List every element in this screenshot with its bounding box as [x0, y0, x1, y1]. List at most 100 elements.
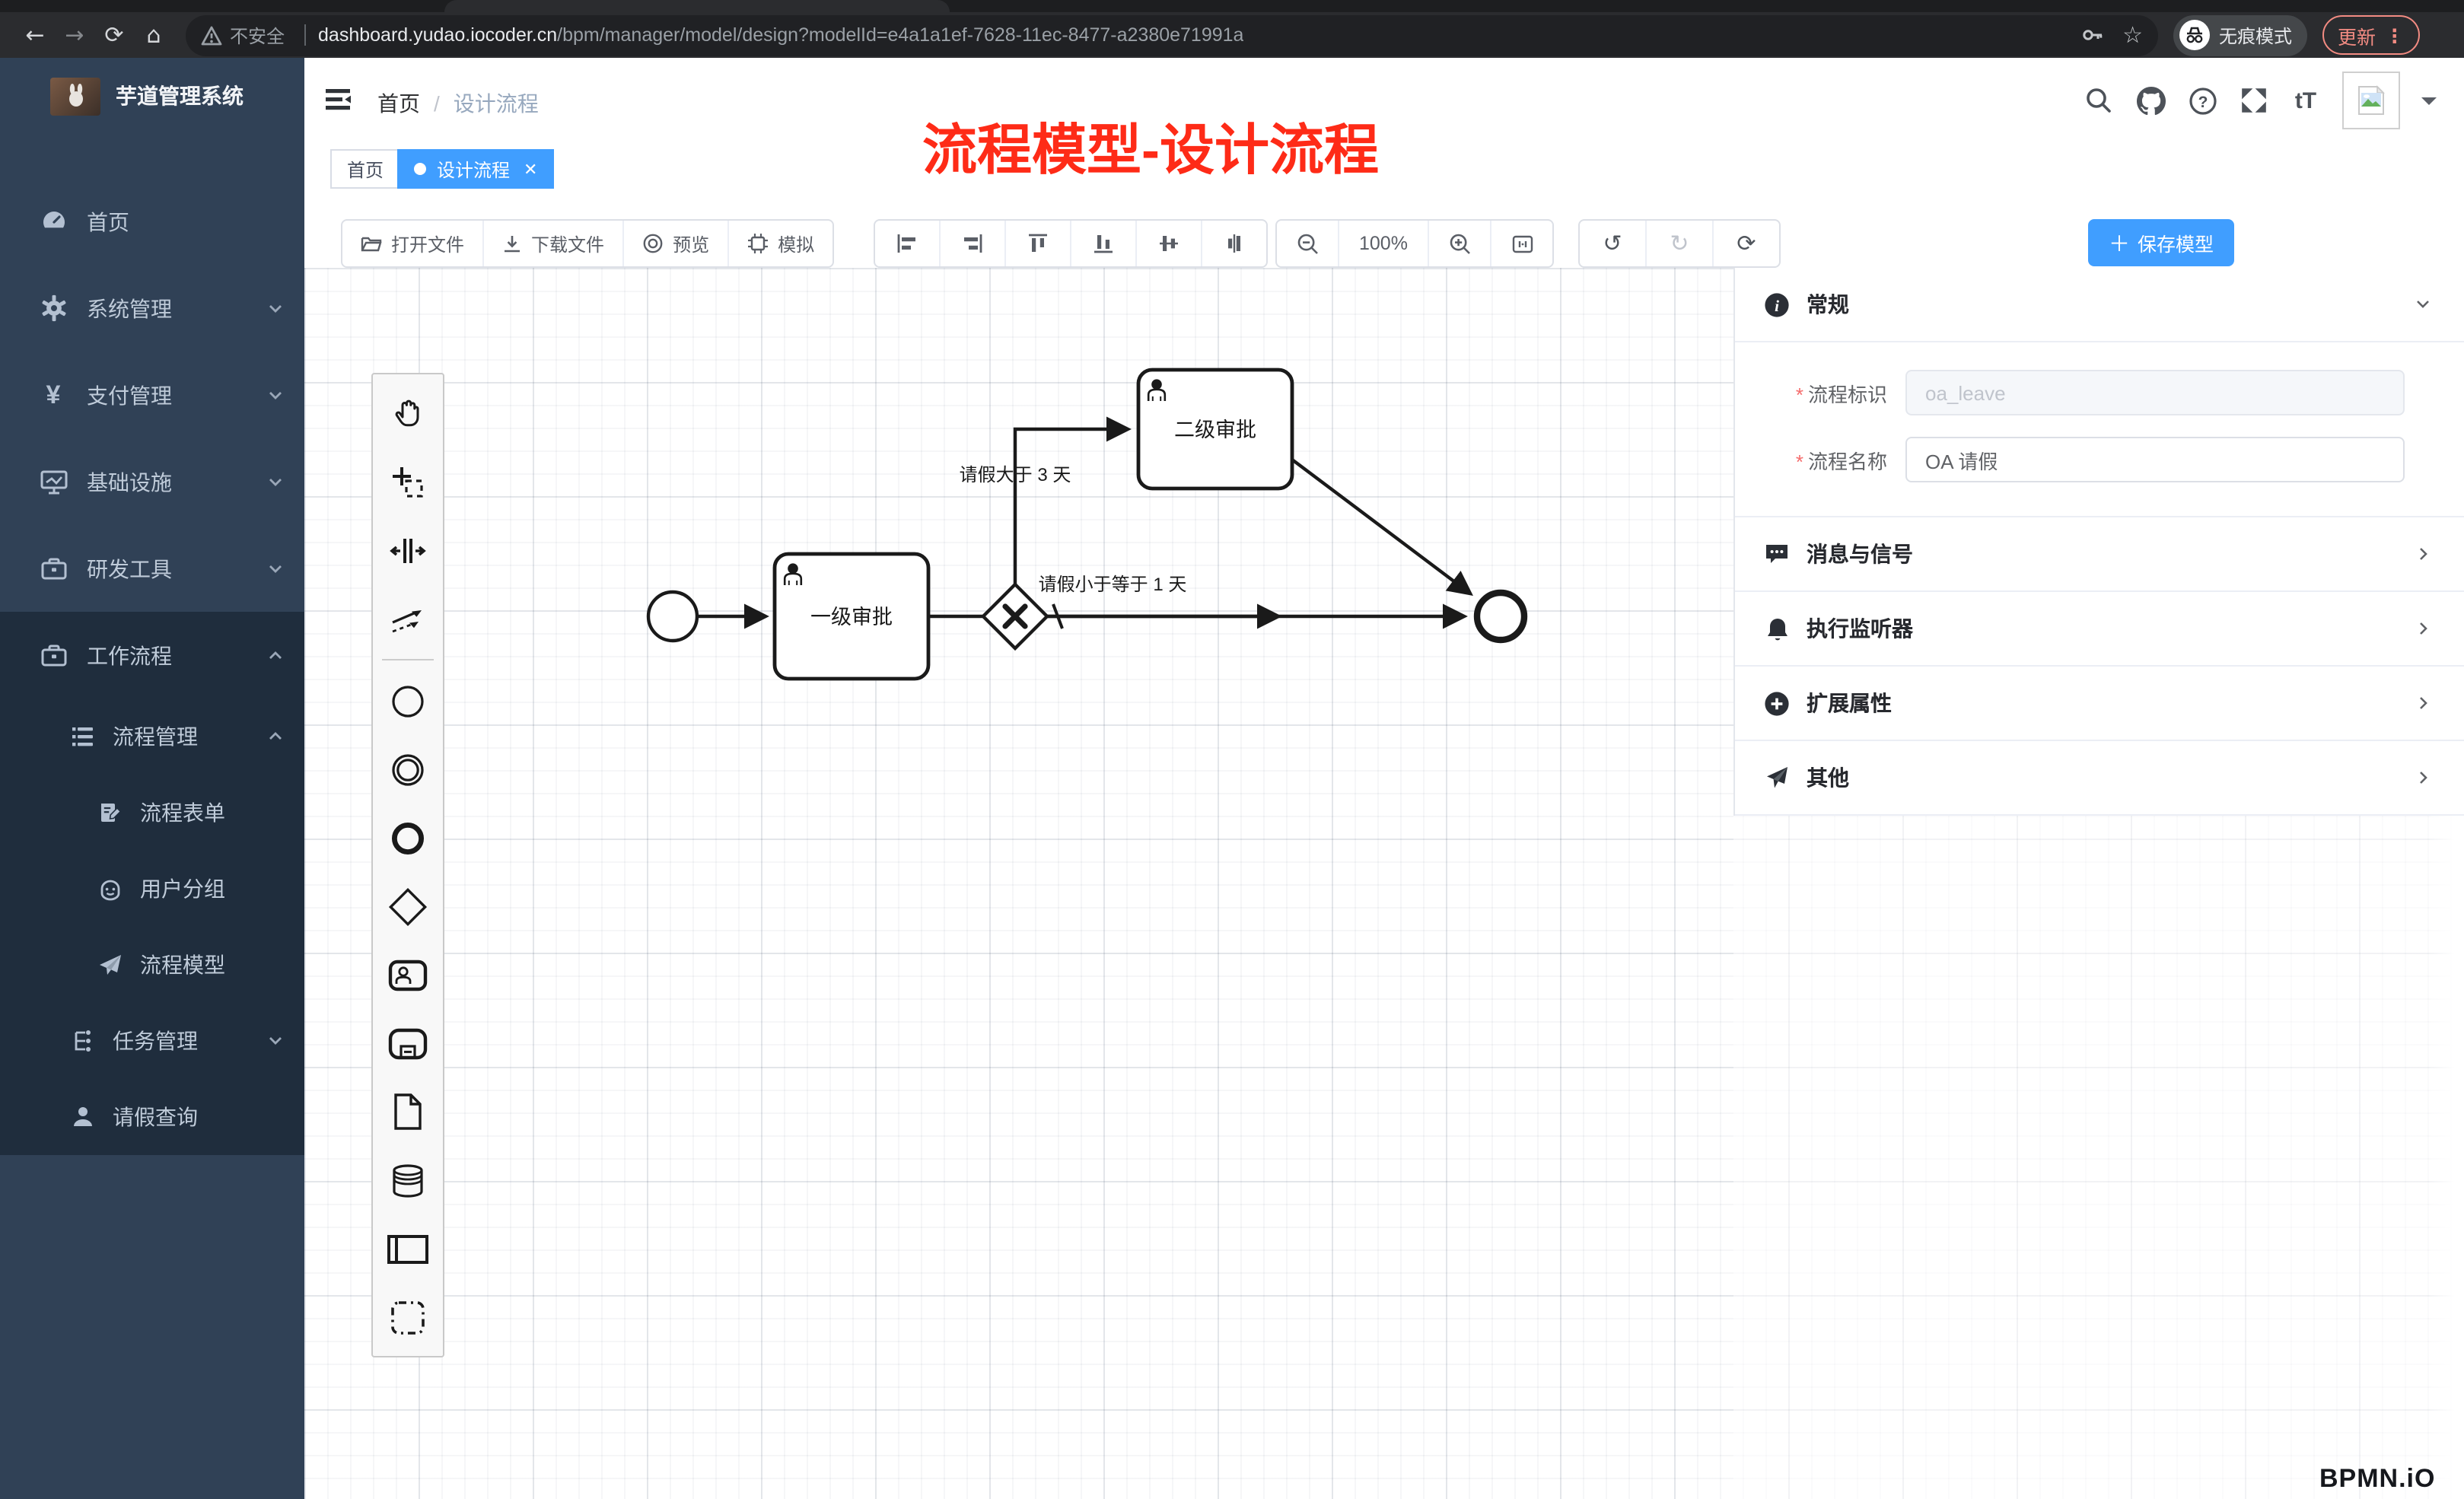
sidebar-item-process-mgmt[interactable]: 流程管理 — [0, 699, 304, 775]
flow-gateway-to-task2[interactable] — [1015, 429, 1128, 584]
align-center-vertical-button[interactable] — [1135, 221, 1201, 266]
preview-button[interactable]: 预览 — [622, 221, 727, 266]
fullscreen-icon[interactable] — [2239, 85, 2269, 116]
tab-label: 首页 — [347, 156, 384, 182]
sidebar-item-process-model[interactable]: 流程模型 — [0, 927, 304, 1003]
sidebar-item-process-form[interactable]: 流程表单 — [0, 775, 304, 851]
simulate-button[interactable]: 模拟 — [727, 221, 832, 266]
sidebar-item-leave-query[interactable]: 请假查询 — [0, 1079, 304, 1155]
exclusive-gateway[interactable] — [983, 584, 1047, 648]
sidebar-item-home[interactable]: 首页 — [0, 178, 304, 265]
create-group-icon[interactable] — [373, 1283, 443, 1351]
align-right-button[interactable] — [939, 221, 1004, 266]
process-key-input[interactable] — [1905, 370, 2405, 415]
sidebar: 芋道管理系统 首页 系统管理 ¥ 支付管理 基础设施 研发工具 — [0, 58, 304, 1499]
align-left-button[interactable] — [875, 221, 939, 266]
send-icon — [1764, 765, 1790, 791]
field-label: *流程标识 — [1735, 378, 1887, 407]
github-icon[interactable] — [2135, 85, 2166, 116]
sidebar-item-label: 工作流程 — [87, 640, 268, 670]
section-other[interactable]: 其他 — [1735, 741, 2464, 816]
tab-design-process[interactable]: 设计流程 ✕ — [397, 149, 554, 189]
bpmn-io-logo[interactable]: BPMN.iO — [2319, 1464, 2435, 1499]
breadcrumb-home[interactable]: 首页 — [377, 88, 420, 119]
redo-button[interactable]: ↻ — [1645, 221, 1712, 266]
reload-icon[interactable]: ⟳ — [94, 21, 134, 49]
flow-label-gt3: 请假大于 3 天 — [960, 465, 1071, 485]
back-icon[interactable]: ← — [15, 21, 55, 49]
home-icon[interactable]: ⌂ — [134, 21, 173, 49]
reset-zoom-button[interactable] — [1490, 221, 1552, 266]
section-title: 其他 — [1807, 762, 2415, 793]
url-bar[interactable]: 不安全 dashboard.yudao.iocoder.cn/bpm/manag… — [186, 14, 2158, 56]
open-file-button[interactable]: 打开文件 — [342, 221, 482, 266]
zoom-out-button[interactable] — [1277, 221, 1338, 266]
chevron-right-icon — [2415, 621, 2431, 636]
flow-task2-to-end[interactable] — [1292, 460, 1470, 594]
tab-home[interactable]: 首页 — [330, 149, 400, 189]
help-icon[interactable]: ? — [2187, 85, 2217, 116]
breadcrumb-current: 设计流程 — [454, 88, 539, 119]
close-icon[interactable]: ✕ — [524, 159, 537, 179]
bpmn-diagram: 一级审批 二级审批 — [304, 268, 1826, 1029]
section-execution-listeners[interactable]: 执行监听器 — [1735, 592, 2464, 667]
create-data-object-icon[interactable] — [373, 1077, 443, 1146]
align-bottom-button[interactable] — [1070, 221, 1135, 266]
sidebar-fold-icon[interactable] — [324, 87, 352, 113]
yen-icon: ¥ — [38, 380, 68, 410]
browser-chrome: ← → ⟳ ⌂ 不安全 dashboard.yudao.iocoder.cn/b… — [0, 0, 2464, 58]
user-task-level2[interactable]: 二级审批 — [1138, 370, 1292, 489]
sidebar-item-task-mgmt[interactable]: 任务管理 — [0, 1003, 304, 1079]
sidebar-item-user-groups[interactable]: 用户分组 — [0, 851, 304, 927]
chevron-down-icon — [268, 1033, 283, 1049]
font-size-icon[interactable]: tT — [2291, 85, 2321, 116]
avatar[interactable] — [2342, 72, 2400, 129]
bookmark-star-icon[interactable]: ☆ — [2122, 21, 2143, 49]
toolbox-icon — [38, 553, 68, 584]
sidebar-item-devtools[interactable]: 研发工具 — [0, 525, 304, 612]
forward-icon[interactable]: → — [55, 21, 94, 49]
sidebar-item-payment[interactable]: ¥ 支付管理 — [0, 352, 304, 438]
zoom-in-icon — [1448, 232, 1471, 255]
save-model-button[interactable]: ＋ 保存模型 — [2088, 219, 2234, 266]
sidebar-item-label: 基础设施 — [87, 466, 268, 497]
url-text: dashboard.yudao.iocoder.cn/bpm/manager/m… — [318, 24, 1243, 46]
create-data-store-icon[interactable] — [373, 1146, 443, 1214]
avatar-dropdown-icon[interactable] — [2421, 97, 2437, 112]
key-icon[interactable] — [2080, 23, 2104, 47]
briefcase-icon — [38, 640, 68, 670]
download-file-button[interactable]: 下载文件 — [482, 221, 622, 266]
sidebar-item-label: 研发工具 — [87, 553, 268, 584]
search-icon[interactable] — [2084, 85, 2114, 116]
sidebar-item-system[interactable]: 系统管理 — [0, 265, 304, 352]
browser-menu-icon[interactable]: ⋮ — [2385, 24, 2404, 46]
section-extended-properties[interactable]: 扩展属性 — [1735, 667, 2464, 741]
chevron-down-icon — [268, 301, 283, 316]
zoom-level: 100% — [1338, 221, 1428, 266]
chevron-right-icon — [2415, 546, 2431, 562]
align-top-button[interactable] — [1004, 221, 1070, 266]
download-icon — [502, 234, 522, 253]
sidebar-item-workflow[interactable]: 工作流程 — [0, 612, 304, 699]
end-event[interactable] — [1477, 593, 1524, 640]
start-event[interactable] — [648, 592, 697, 641]
sidebar-item-infra[interactable]: 基础设施 — [0, 438, 304, 525]
align-center-horizontal-button[interactable] — [1201, 221, 1266, 266]
gear-icon — [38, 293, 68, 323]
section-title: 执行监听器 — [1807, 613, 2415, 644]
user-task-level1[interactable]: 一级审批 — [775, 554, 928, 679]
browser-update-button[interactable]: 更新 ⋮ — [2322, 15, 2419, 55]
sidebar-item-label: 任务管理 — [113, 1026, 268, 1056]
field-label: *流程名称 — [1735, 445, 1887, 474]
process-name-input[interactable] — [1905, 437, 2405, 482]
zoom-in-button[interactable] — [1428, 221, 1490, 266]
preview-icon — [642, 233, 664, 254]
section-general[interactable]: i 常规 — [1735, 268, 2464, 342]
app-header: 首页 / 设计流程 ? tT — [304, 58, 2464, 143]
section-messages-signals[interactable]: 消息与信号 — [1735, 517, 2464, 592]
folder-icon — [361, 234, 382, 253]
browser-active-tab[interactable] — [444, 0, 950, 12]
restart-button[interactable]: ⟳ — [1712, 221, 1779, 266]
undo-button[interactable]: ↺ — [1580, 221, 1645, 266]
create-participant-icon[interactable] — [373, 1214, 443, 1283]
